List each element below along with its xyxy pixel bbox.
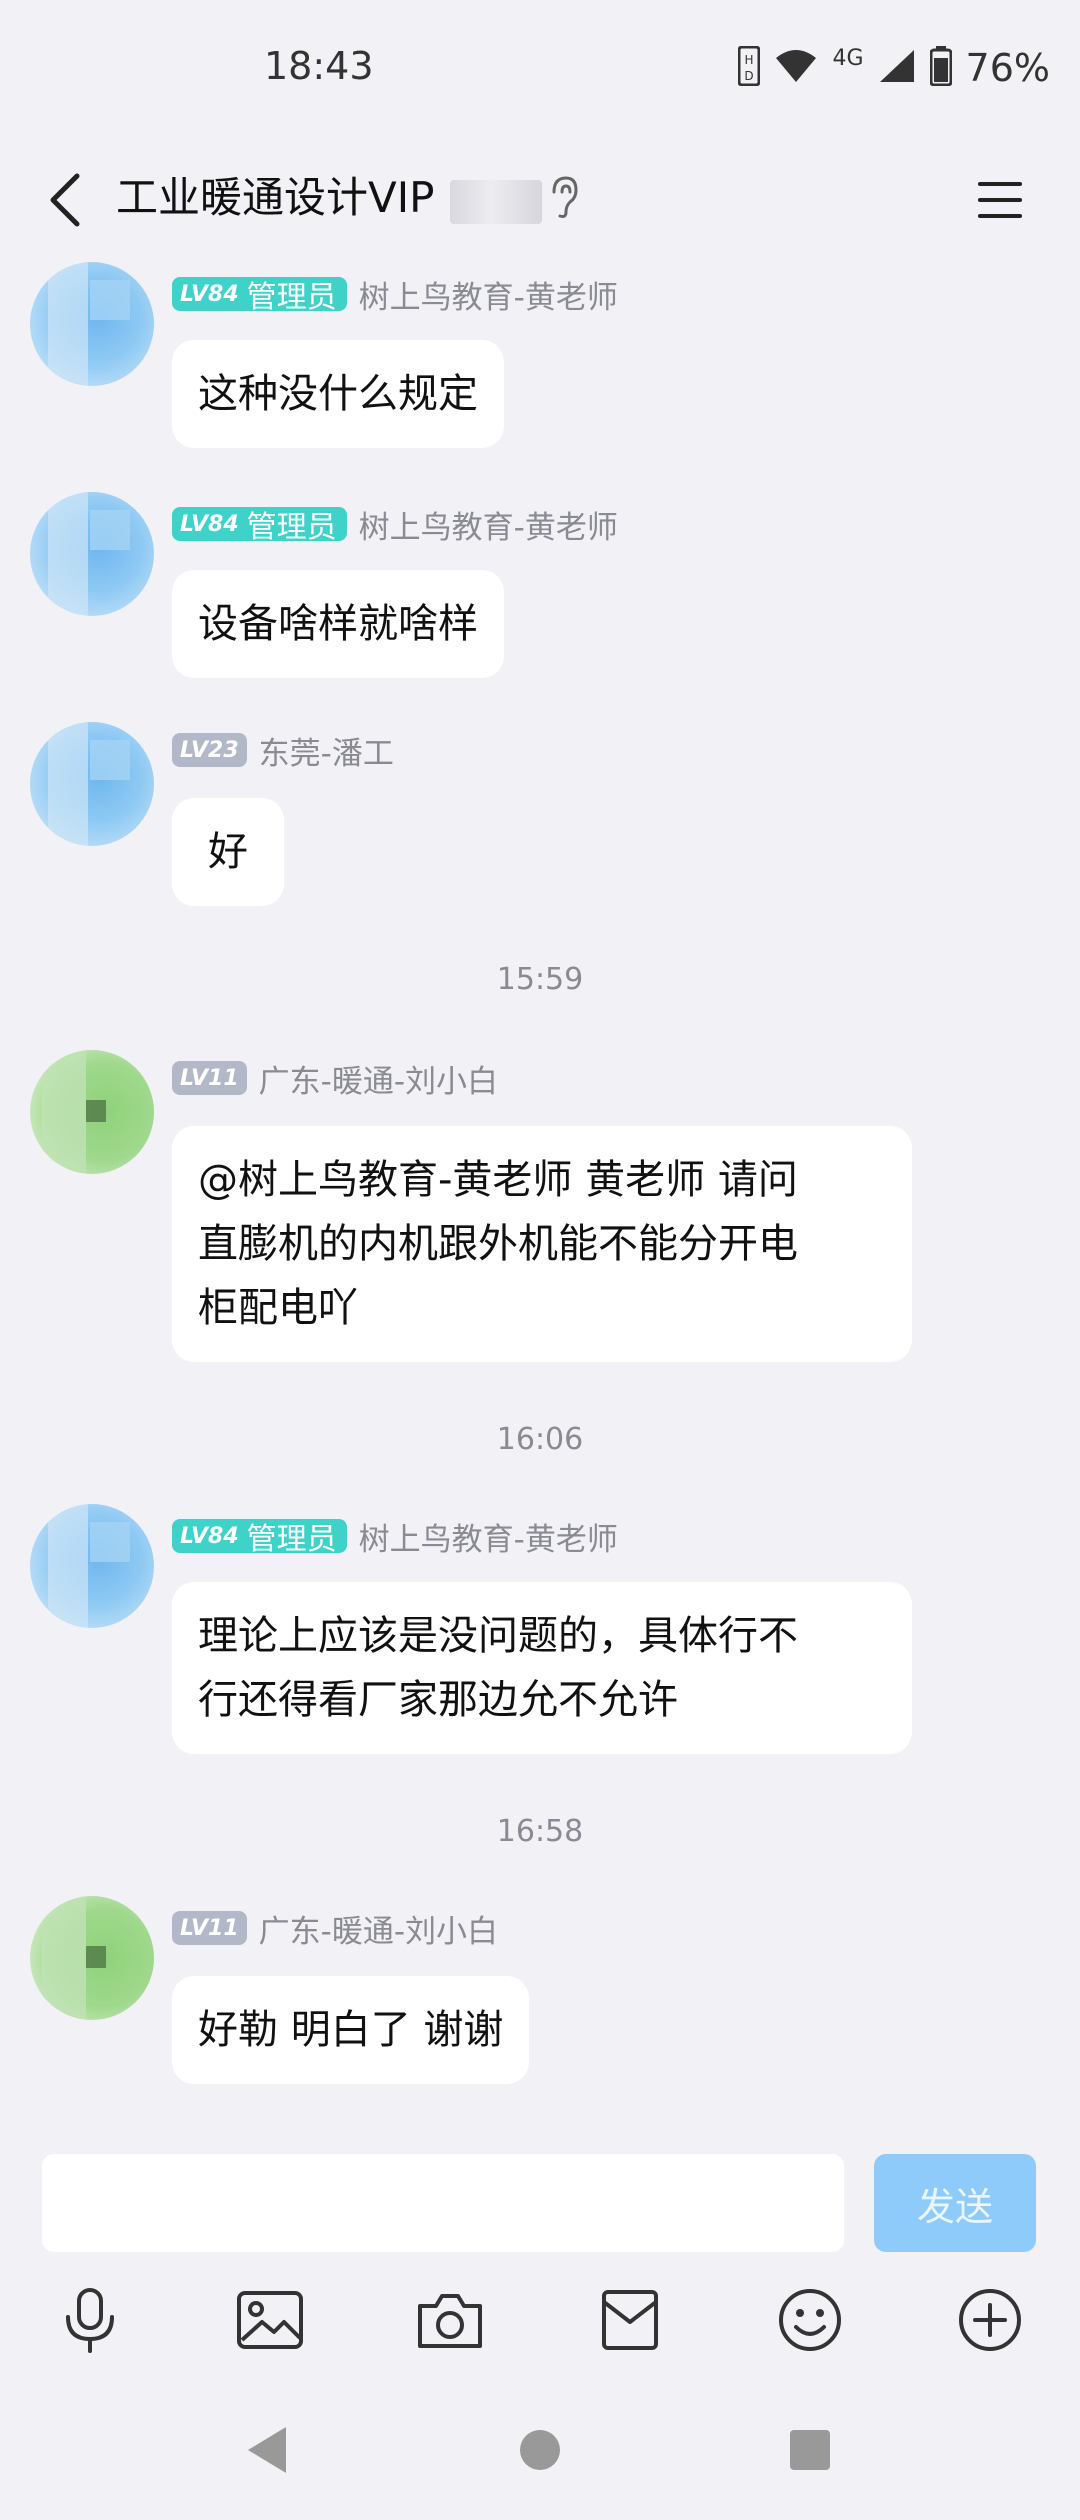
admin-badge: 管理员 [242, 1519, 347, 1557]
svg-text:D: D [745, 69, 754, 83]
circle-home-icon [520, 2430, 560, 2470]
square-recents-icon [790, 2430, 830, 2470]
admin-badge: 管理员 [242, 277, 347, 315]
input-bar: 发送 [0, 2140, 1080, 2260]
sender-name[interactable]: 树上鸟教育-黄老师 [359, 502, 618, 547]
nav-back-button[interactable] [238, 2420, 298, 2480]
message-meta: LV84 管理员 树上鸟教育-黄老师 [172, 1514, 618, 1558]
message-bubble[interactable]: 理论上应该是没问题的，具体行不 行还得看厂家那边允不允许 [172, 1582, 912, 1754]
message-meta: LV84 管理员 树上鸟教育-黄老师 [172, 272, 618, 316]
message-meta: LV11 广东-暖通-刘小白 [172, 1906, 498, 1950]
admin-badge: 管理员 [242, 507, 347, 545]
message-meta: LV84 管理员 树上鸟教育-黄老师 [172, 502, 618, 546]
hamburger-icon [978, 182, 1022, 218]
network-type: 4G [832, 46, 864, 71]
wifi-icon [774, 48, 818, 88]
time-divider: 15:59 [496, 962, 584, 997]
message-meta: LV23 东莞-潘工 [172, 728, 394, 772]
sender-name[interactable]: 树上鸟教育-黄老师 [359, 1514, 618, 1559]
message-line: @树上鸟教育-黄老师 黄老师 请问 [198, 1157, 798, 1203]
input-toolbar [0, 2260, 1080, 2380]
status-bar: 18:43 HD 4G 76% [0, 0, 1080, 140]
plus-icon[interactable] [952, 2282, 1028, 2358]
message-bubble[interactable]: 好勒 明白了 谢谢 [172, 1976, 530, 2084]
status-time: 18:43 [264, 44, 374, 88]
sender-name[interactable]: 广东-暖通-刘小白 [259, 1906, 498, 1951]
message-line: 行还得看厂家那边允不允许 [198, 1677, 678, 1723]
message-line: 理论上应该是没问题的，具体行不 [198, 1613, 798, 1659]
avatar[interactable] [30, 1896, 154, 2020]
send-button[interactable]: 发送 [874, 2154, 1036, 2252]
chat-header: 工业暖通设计VIP [0, 140, 1080, 260]
image-icon[interactable] [232, 2282, 308, 2358]
time-divider: 16:58 [496, 1814, 584, 1849]
menu-button[interactable] [960, 162, 1040, 238]
sender-name[interactable]: 树上鸟教育-黄老师 [359, 272, 618, 317]
battery-icon [929, 46, 953, 90]
message-bubble[interactable]: 这种没什么规定 [172, 340, 504, 448]
back-button[interactable] [30, 160, 100, 240]
nav-home-button[interactable] [510, 2420, 570, 2480]
message-line: 柜配电吖 [198, 1285, 358, 1331]
message-bubble[interactable]: 设备啥样就啥样 [172, 570, 504, 678]
level-badge: LV84 [172, 277, 243, 311]
system-nav-bar [0, 2380, 1080, 2520]
svg-text:H: H [745, 53, 754, 67]
avatar[interactable] [30, 262, 154, 386]
level-badge: LV84 [172, 1519, 243, 1553]
triangle-back-icon [248, 2427, 286, 2473]
message-line: 直膨机的内机跟外机能不能分开电 [198, 1221, 798, 1267]
chevron-left-icon [50, 173, 80, 227]
signal-icon [878, 48, 916, 88]
group-title: 工业暖通设计VIP [116, 173, 435, 222]
avatar[interactable] [30, 722, 154, 846]
message-meta: LV11 广东-暖通-刘小白 [172, 1056, 498, 1100]
title-redacted [450, 180, 542, 224]
avatar[interactable] [30, 1504, 154, 1628]
nav-recents-button[interactable] [780, 2420, 840, 2480]
status-icons: HD 4G 76% [737, 45, 1050, 90]
level-badge: LV84 [172, 507, 243, 541]
level-badge: LV11 [172, 1061, 247, 1095]
avatar[interactable] [30, 1050, 154, 1174]
message-list[interactable]: LV84 管理员 树上鸟教育-黄老师 这种没什么规定 LV84 管理员 树上鸟教… [0, 260, 1080, 2140]
ear-icon [548, 174, 580, 224]
microphone-icon[interactable] [52, 2282, 128, 2358]
battery-percent: 76% [965, 46, 1050, 90]
sender-name[interactable]: 广东-暖通-刘小白 [259, 1056, 498, 1101]
emoji-icon[interactable] [772, 2282, 848, 2358]
avatar[interactable] [30, 492, 154, 616]
envelope-icon[interactable] [592, 2282, 668, 2358]
message-bubble[interactable]: 好 [172, 798, 284, 906]
level-badge: LV23 [172, 733, 247, 767]
message-bubble[interactable]: @树上鸟教育-黄老师 黄老师 请问 直膨机的内机跟外机能不能分开电 柜配电吖 [172, 1126, 912, 1362]
time-divider: 16:06 [496, 1422, 584, 1457]
sender-name[interactable]: 东莞-潘工 [259, 728, 394, 773]
level-badge: LV11 [172, 1911, 247, 1945]
hd-icon: HD [737, 45, 761, 90]
camera-icon[interactable] [412, 2282, 488, 2358]
message-input[interactable] [42, 2154, 844, 2252]
